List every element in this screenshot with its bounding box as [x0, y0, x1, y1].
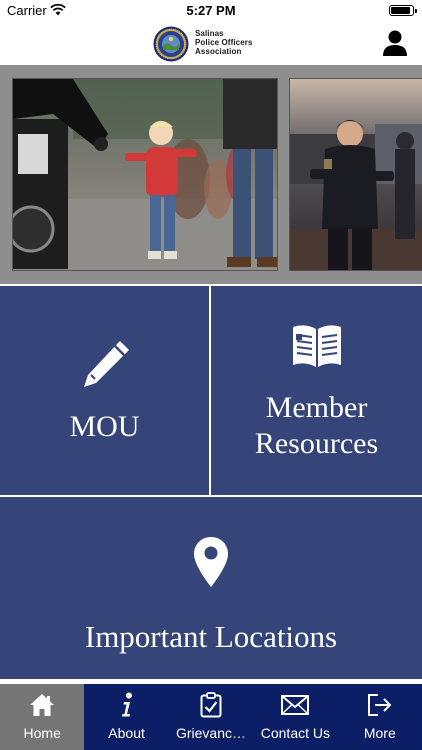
battery-level	[391, 7, 410, 14]
logo-line-1: Salinas	[195, 29, 224, 38]
tab-contact-us[interactable]: Contact Us	[253, 684, 337, 750]
tab-grievances-label: Grievanc…	[175, 725, 246, 741]
app-header: Salinas Police Officers Association	[0, 20, 422, 65]
photo-officer-child[interactable]	[12, 78, 278, 271]
clipboard-icon	[200, 692, 222, 718]
status-bar: Carrier 5:27 PM	[0, 0, 422, 20]
battery-icon	[389, 5, 417, 16]
mou-label: MOU	[69, 410, 140, 443]
map-pin-icon	[194, 537, 228, 587]
member-resources-label-line2: Resources	[254, 427, 379, 460]
photo-officer-child-image	[13, 79, 277, 270]
important-locations-tile[interactable]: Important Locations	[0, 497, 422, 679]
tab-contact-us-label: Contact Us	[260, 725, 330, 741]
bottom-tab-bar: Home About Grievanc… Contact Us More	[0, 684, 422, 750]
envelope-icon-wrap	[253, 692, 337, 718]
home-icon-wrap	[0, 692, 84, 718]
tab-home-label: Home	[23, 725, 61, 741]
member-resources-label-line1: Member	[265, 391, 368, 424]
important-locations-label: Important Locations	[84, 619, 338, 654]
menu-grid: MOU Member Resources Important Locations	[0, 284, 422, 682]
book-icon	[293, 325, 341, 367]
tab-grievances[interactable]: Grievanc…	[169, 684, 253, 750]
logo-line-2: Police Officers	[195, 38, 253, 47]
tab-more-label: More	[363, 725, 396, 741]
mou-tile[interactable]: MOU	[0, 286, 209, 495]
user-profile-icon[interactable]	[382, 29, 408, 57]
home-icon	[30, 694, 55, 716]
association-seal-icon	[153, 26, 189, 62]
logout-icon-wrap	[338, 692, 422, 718]
clipboard-icon-wrap	[169, 692, 253, 718]
photo-carousel[interactable]	[0, 65, 422, 284]
tab-about-label: About	[108, 725, 145, 741]
clock: 5:27 PM	[186, 3, 236, 18]
member-resources-tile[interactable]: Member Resources	[211, 286, 422, 495]
photo-officer-laughing-image	[290, 79, 422, 270]
tab-home[interactable]: Home	[0, 684, 85, 750]
info-icon-wrap	[84, 692, 168, 718]
pen-icon	[84, 341, 129, 387]
info-icon	[121, 692, 132, 717]
envelope-icon	[281, 695, 310, 715]
tab-about[interactable]: About	[84, 684, 168, 750]
photo-officer-laughing[interactable]	[289, 78, 422, 271]
tab-more[interactable]: More	[338, 684, 422, 750]
logo-line-3: Association	[195, 47, 242, 56]
logout-icon	[367, 694, 392, 716]
association-wordmark: Salinas Police Officers Association	[195, 29, 253, 56]
